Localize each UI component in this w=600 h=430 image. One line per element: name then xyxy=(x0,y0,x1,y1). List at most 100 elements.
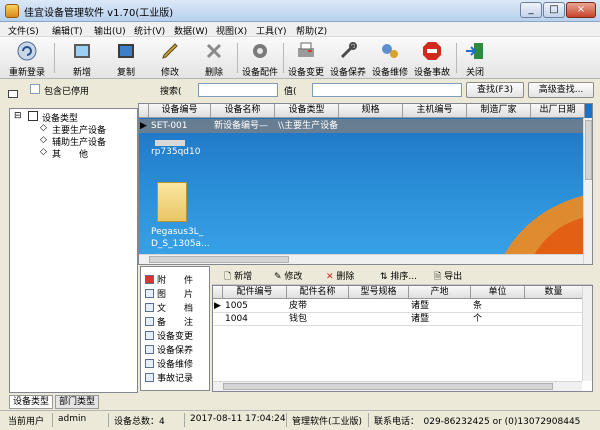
tab-department-type[interactable]: 部门类型 xyxy=(55,395,100,409)
column-header[interactable]: 配件编号 xyxy=(223,286,287,299)
parts-button[interactable]: 设备配件 xyxy=(240,39,280,78)
status-datetime: 2017-08-11 17:04:24 xyxy=(190,414,286,424)
value-input[interactable] xyxy=(312,83,462,97)
column-header[interactable]: 单位 xyxy=(471,286,525,299)
repair-button[interactable]: 设备维修 xyxy=(370,39,410,78)
cell-part-code: 1005 xyxy=(225,301,248,311)
list-item[interactable]: 设备保养 xyxy=(145,343,193,356)
menu-tools[interactable]: 工具(Y) xyxy=(256,24,287,37)
scroll-thumb[interactable] xyxy=(585,120,592,180)
column-header[interactable]: 型号规格 xyxy=(349,286,409,299)
cell-part-origin: 诸暨 xyxy=(411,301,430,311)
search-field[interactable] xyxy=(198,83,278,97)
accident-button[interactable]: 设备事故 xyxy=(412,39,452,78)
new-file-icon: 🗋 xyxy=(224,272,235,282)
list-item-label: 文 档 xyxy=(157,304,194,314)
accident-icon xyxy=(145,373,154,382)
relogin-label: 重新登录 xyxy=(8,68,45,78)
list-item[interactable]: 设备维修 xyxy=(145,357,193,370)
detail-sort-button[interactable]: ⇅ 排序... xyxy=(380,269,417,282)
scroll-thumb[interactable] xyxy=(149,256,289,263)
toolbar-separator xyxy=(283,43,284,73)
menu-data[interactable]: 数据(W) xyxy=(174,24,208,37)
grid-vertical-scrollbar[interactable] xyxy=(583,118,592,264)
copy-button[interactable]: 复制 xyxy=(106,39,146,78)
grid-horizontal-scrollbar[interactable] xyxy=(139,254,583,264)
parts-horizontal-scrollbar[interactable] xyxy=(213,381,582,391)
find-button[interactable]: 查找(F3) xyxy=(466,82,524,98)
status-separator xyxy=(368,413,369,427)
column-header[interactable]: 设备编号 xyxy=(149,104,211,118)
gears-icon xyxy=(382,44,398,58)
delete-icon xyxy=(206,43,222,59)
close-window-button[interactable]: × xyxy=(566,2,596,18)
tree-item-other[interactable]: 其 他 xyxy=(52,147,88,160)
stop-sign-icon xyxy=(423,42,441,60)
current-user-label: 当前用户 xyxy=(8,417,45,427)
maintain-button[interactable]: 设备保养 xyxy=(328,39,368,78)
include-disabled-checkbox[interactable] xyxy=(30,84,40,94)
column-header[interactable]: 产地 xyxy=(409,286,471,299)
list-item[interactable]: 图 片 xyxy=(145,287,193,300)
list-item[interactable]: 设备变更 xyxy=(145,329,193,342)
list-item[interactable]: 备 注 xyxy=(145,315,193,328)
column-header[interactable]: 出厂日期 xyxy=(531,104,585,118)
repair-icon xyxy=(145,359,154,368)
detail-delete-button[interactable]: ✕ 删除 xyxy=(326,269,354,282)
column-header[interactable]: 主机编号 xyxy=(403,104,467,118)
tab-equipment-type[interactable]: 设备类型 xyxy=(9,395,54,409)
equipment-grid: 设备编号 设备名称 设备类型 规格 主机编号 制造厂家 出厂日期 ▶ SET-0… xyxy=(138,103,593,265)
cell-equipment-name: 新设备编号— xyxy=(214,121,269,131)
list-item[interactable]: 文 档 xyxy=(145,301,193,314)
parts-label: 设备配件 xyxy=(241,68,278,78)
maximize-button[interactable]: □ xyxy=(543,2,565,18)
tree-root-icon xyxy=(28,111,38,121)
detail-delete-label: 删除 xyxy=(336,272,355,282)
detail-edit-button[interactable]: ✎ 修改 xyxy=(274,269,302,282)
change-label: 设备变更 xyxy=(287,68,324,78)
add-button[interactable]: 新增 xyxy=(62,39,102,78)
row-divider xyxy=(213,312,583,313)
menu-statistics[interactable]: 统计(V) xyxy=(134,24,165,37)
product-name: 管理软件(工业版) xyxy=(292,417,363,427)
add-icon xyxy=(74,44,90,58)
column-header[interactable]: 规格 xyxy=(339,104,403,118)
picture-icon xyxy=(145,289,154,298)
detail-export-button[interactable]: 🗎 导出 xyxy=(434,269,462,285)
column-header[interactable]: 制造厂家 xyxy=(467,104,531,118)
scroll-thumb[interactable] xyxy=(223,383,553,390)
tree-root-expander[interactable]: ⊟ xyxy=(14,111,22,121)
repair-label: 设备维修 xyxy=(371,68,408,78)
relogin-button[interactable]: 重新登录 xyxy=(4,39,50,78)
desktop-item-label: rp735qd10 xyxy=(151,147,201,157)
maintain-icon xyxy=(145,345,154,354)
parts-vertical-scrollbar[interactable] xyxy=(582,286,592,381)
desktop-item-label: Pegasus3L_ xyxy=(151,227,204,237)
advanced-find-button[interactable]: 高级查找... xyxy=(528,82,594,98)
edit-label: 修改 xyxy=(160,68,179,78)
list-item-label: 设备保养 xyxy=(157,346,194,356)
close-button[interactable]: 关闭 xyxy=(460,39,490,78)
panel-toggle-icon[interactable] xyxy=(8,90,18,98)
menu-file[interactable]: 文件(S) xyxy=(8,24,39,37)
minimize-button[interactable]: _ xyxy=(520,2,542,18)
table-row[interactable] xyxy=(139,119,585,133)
change-button[interactable]: 设备变更 xyxy=(286,39,326,78)
delete-button[interactable]: 删除 xyxy=(194,39,234,78)
column-header[interactable]: 配件名称 xyxy=(287,286,349,299)
menu-help[interactable]: 帮助(Z) xyxy=(296,24,327,37)
detail-add-button[interactable]: 🗋 新增 xyxy=(224,269,252,285)
menu-output[interactable]: 输出(U) xyxy=(94,24,126,37)
column-header[interactable]: 设备类型 xyxy=(275,104,339,118)
column-header[interactable]: 数量 xyxy=(525,286,583,299)
menu-view[interactable]: 视图(X) xyxy=(216,24,247,37)
list-item[interactable]: 附 件 xyxy=(145,273,193,286)
toolbar-separator xyxy=(456,43,457,73)
edit-button[interactable]: 修改 xyxy=(150,39,190,78)
list-item[interactable]: 事故记录 xyxy=(145,371,193,384)
relogin-icon xyxy=(17,41,37,61)
menu-edit[interactable]: 编辑(T) xyxy=(52,24,83,37)
attachment-icon xyxy=(145,275,154,284)
detail-sort-label: 排序... xyxy=(390,272,417,282)
column-header[interactable]: 设备名称 xyxy=(211,104,275,118)
